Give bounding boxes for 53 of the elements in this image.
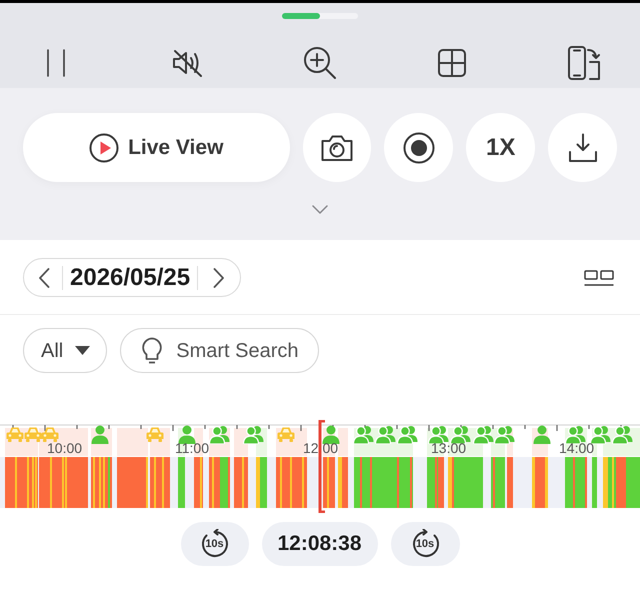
forward-10s-button[interactable]: 10s (390, 522, 460, 566)
live-view-button[interactable]: Live View (23, 113, 290, 182)
chevron-left-icon (38, 268, 50, 288)
people-icon (353, 425, 374, 444)
lightbulb-icon (141, 337, 164, 364)
people-icon (612, 425, 633, 444)
pause-icon (46, 49, 66, 77)
smart-search-button[interactable]: Smart Search (120, 328, 318, 373)
phone-rotate-icon (567, 46, 601, 80)
download-icon (568, 132, 598, 162)
forward-arrow-icon (410, 529, 440, 559)
people-icon (565, 425, 586, 444)
people-icon (428, 425, 449, 444)
date-text[interactable]: 2026/05/25 (63, 260, 198, 296)
car-icon (41, 426, 59, 442)
people-icon (494, 425, 515, 444)
zoom-in-button[interactable] (302, 46, 338, 80)
chevron-down-icon (312, 205, 328, 214)
current-time-display: 12:08:38 (262, 522, 378, 566)
chevron-right-icon (213, 268, 226, 288)
people-icon (209, 425, 230, 444)
zoom-in-icon (303, 46, 337, 80)
people-icon (450, 425, 471, 444)
hour-label: 14:00 (559, 440, 594, 456)
layout-icon (584, 270, 614, 286)
people-icon (243, 425, 264, 444)
people-icon (375, 425, 396, 444)
car-icon (24, 426, 42, 442)
hour-label: 11:00 (175, 440, 209, 456)
person-icon (178, 425, 196, 444)
expand-chevron-button[interactable] (312, 205, 328, 214)
camera-icon (320, 134, 353, 162)
rewind-arrow-icon (200, 529, 230, 559)
rotate-screen-button[interactable] (566, 45, 602, 81)
people-icon (473, 425, 494, 444)
caret-down-icon (75, 346, 90, 355)
hour-label: 13:00 (431, 440, 466, 456)
person-icon (322, 425, 340, 444)
person-icon (91, 425, 109, 444)
people-icon (397, 425, 418, 444)
hour-label: 10:00 (47, 440, 82, 456)
record-icon (402, 132, 435, 164)
play-circle-icon (89, 132, 120, 162)
people-icon (590, 425, 611, 444)
rewind-10s-button[interactable]: 10s (180, 522, 248, 566)
event-type-dropdown[interactable]: All (23, 328, 108, 373)
layout-toggle-button[interactable] (584, 270, 614, 286)
car-icon (146, 426, 164, 442)
car-icon (6, 426, 24, 442)
person-icon (533, 425, 551, 444)
playback-speed-button[interactable]: 1X (466, 113, 536, 182)
grid-icon (437, 48, 467, 78)
car-icon (277, 426, 295, 442)
